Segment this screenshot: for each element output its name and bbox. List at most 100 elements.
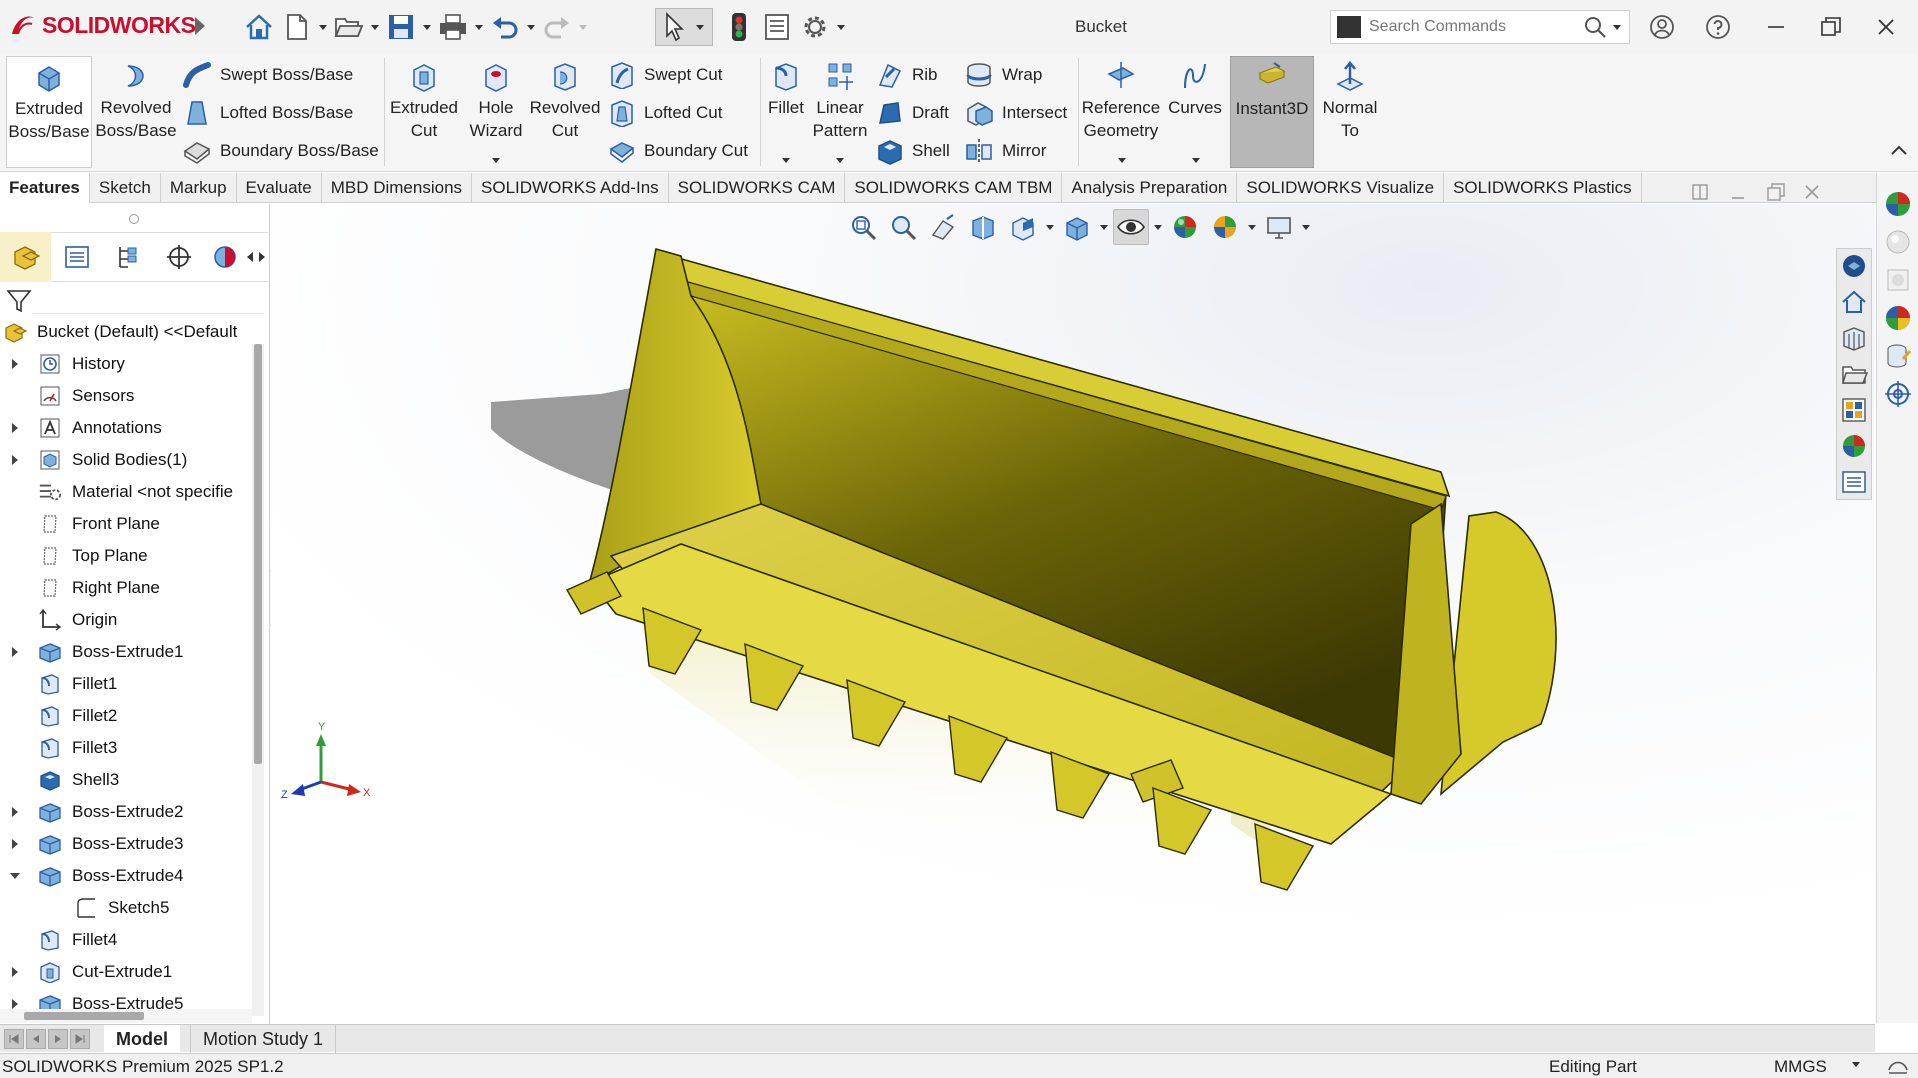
save-button[interactable]	[382, 8, 420, 46]
new-dropdown[interactable]	[316, 8, 330, 46]
extruded-cut-button[interactable]: Extruded Cut	[388, 56, 460, 168]
tab-motion-study-1[interactable]: Motion Study 1	[190, 1025, 337, 1053]
redo-button[interactable]	[538, 8, 576, 46]
open-dropdown[interactable]	[368, 8, 382, 46]
redo-dropdown[interactable]	[576, 8, 590, 46]
linear-pattern-button[interactable]: Linear Pattern	[810, 56, 870, 168]
doc-maximize-button[interactable]	[1760, 178, 1792, 206]
collapsed-arrow-icon[interactable]	[12, 807, 18, 817]
tree-item-fillet3[interactable]: Fillet3	[0, 732, 252, 764]
lofted-boss-button[interactable]: Lofted Boss/Base	[182, 96, 353, 130]
reference-geometry-button[interactable]: Reference Geometry	[1082, 56, 1160, 168]
tree-item-history[interactable]: History	[0, 348, 252, 380]
first-tab-button[interactable]	[4, 1029, 24, 1049]
options-dropdown[interactable]	[834, 8, 848, 46]
previous-view-button[interactable]	[925, 209, 961, 245]
doc-minimize-button[interactable]	[1722, 178, 1754, 206]
tab-evaluate[interactable]: Evaluate	[237, 173, 322, 203]
model-viewport[interactable]: Y X Z	[271, 204, 1875, 1024]
doc-restore-button[interactable]	[1684, 178, 1716, 206]
status-options-icon[interactable]	[1886, 1056, 1910, 1076]
boundary-cut-button[interactable]: Boundary Cut	[608, 134, 748, 168]
tab-solidworks-add-ins[interactable]: SOLIDWORKS Add-Ins	[472, 173, 669, 203]
linear-pattern-dropdown[interactable]	[836, 158, 844, 163]
curves-dropdown[interactable]	[1192, 158, 1200, 163]
tree-item-origin[interactable]: Origin	[0, 604, 252, 636]
swept-cut-button[interactable]: Swept Cut	[608, 58, 722, 92]
file-properties-button[interactable]	[758, 8, 796, 46]
collapsed-arrow-icon[interactable]	[12, 839, 18, 849]
tree-filter-input[interactable]	[32, 284, 264, 314]
collapsed-arrow-icon[interactable]	[12, 999, 18, 1009]
collapsed-arrow-icon[interactable]	[12, 359, 18, 369]
search-commands-box[interactable]: Search Commands	[1330, 10, 1630, 44]
collapsed-arrow-icon[interactable]	[12, 647, 18, 657]
unit-system-selector[interactable]: MMGS	[1774, 1057, 1827, 1077]
dimxpert-manager-tab[interactable]	[154, 232, 205, 282]
tab-solidworks-visualize[interactable]: SOLIDWORKS Visualize	[1237, 173, 1445, 203]
tree-item-fillet4[interactable]: Fillet4	[0, 924, 252, 956]
instant3d-button[interactable]: Instant3D	[1230, 56, 1314, 168]
print-dropdown[interactable]	[472, 8, 486, 46]
draft-button[interactable]: Draft	[876, 96, 949, 130]
minimize-button[interactable]	[1758, 10, 1794, 44]
scenes-button[interactable]	[1881, 263, 1915, 297]
configuration-manager-tab[interactable]	[102, 232, 153, 282]
rib-button[interactable]: Rib	[876, 58, 938, 92]
expanded-arrow-icon[interactable]	[10, 873, 20, 879]
revolved-boss-button[interactable]: Revolved Boss/Base	[94, 56, 178, 168]
undo-dropdown[interactable]	[524, 8, 538, 46]
tab-analysis-preparation[interactable]: Analysis Preparation	[1062, 173, 1238, 203]
tree-item-fillet1[interactable]: Fillet1	[0, 668, 252, 700]
next-tab-button[interactable]	[48, 1029, 68, 1049]
tab-mbd-dimensions[interactable]: MBD Dimensions	[322, 173, 473, 203]
tab-solidworks-plastics[interactable]: SOLIDWORKS Plastics	[1444, 173, 1642, 203]
extruded-boss-button[interactable]: Extruded Boss/Base	[6, 56, 92, 168]
save-dropdown[interactable]	[420, 8, 434, 46]
collapsed-arrow-icon[interactable]	[12, 455, 18, 465]
fillet-button[interactable]: Fillet	[764, 56, 808, 168]
panel-grip-icon[interactable]	[129, 214, 139, 224]
view-palette-button[interactable]	[1837, 393, 1871, 427]
zoom-to-area-button[interactable]	[885, 209, 921, 245]
tree-item-cut-extrude1[interactable]: Cut-Extrude1	[0, 956, 252, 988]
boundary-boss-button[interactable]: Boundary Boss/Base	[182, 134, 379, 168]
reference-geometry-dropdown[interactable]	[1118, 158, 1126, 163]
edit-appearance-button[interactable]	[1167, 209, 1203, 245]
shell-button[interactable]: Shell	[876, 134, 950, 168]
tree-item-shell3[interactable]: Shell3	[0, 764, 252, 796]
hole-wizard-button[interactable]: Hole Wizard	[462, 56, 530, 168]
decals-button[interactable]	[1881, 225, 1915, 259]
close-button[interactable]	[1868, 10, 1904, 44]
rebuild-button[interactable]	[720, 8, 758, 46]
panel-tab-scroll[interactable]	[244, 232, 268, 282]
undo-button[interactable]	[486, 8, 524, 46]
unit-system-dropdown[interactable]	[1852, 1062, 1860, 1067]
wrap-button[interactable]: Wrap	[964, 58, 1042, 92]
design-library-button[interactable]	[1837, 321, 1871, 355]
options-button[interactable]	[796, 8, 834, 46]
tree-item-front-plane[interactable]: Front Plane	[0, 508, 252, 540]
intersect-button[interactable]: Intersect	[964, 96, 1067, 130]
collapsed-arrow-icon[interactable]	[12, 423, 18, 433]
tree-item-annotations[interactable]: Annotations	[0, 412, 252, 444]
new-document-button[interactable]	[278, 8, 316, 46]
filter-icon[interactable]	[6, 288, 32, 314]
search-input[interactable]: Search Commands	[1369, 18, 1583, 36]
tree-item-fillet2[interactable]: Fillet2	[0, 700, 252, 732]
view-cube-button[interactable]	[1837, 249, 1871, 283]
view-home-button[interactable]	[1837, 285, 1871, 319]
normal-to-button[interactable]: Normal To	[1316, 56, 1384, 168]
hole-wizard-dropdown[interactable]	[492, 158, 500, 163]
custom-properties-button[interactable]	[1837, 465, 1871, 499]
curves-button[interactable]: Curves	[1162, 56, 1228, 168]
scrollbar-thumb[interactable]	[24, 1012, 144, 1020]
tab-solidworks-cam-tbm[interactable]: SOLIDWORKS CAM TBM	[845, 173, 1063, 203]
mirror-button[interactable]: Mirror	[964, 134, 1046, 168]
section-view-button[interactable]	[965, 209, 1001, 245]
scrollbar-thumb[interactable]	[254, 344, 262, 764]
property-manager-tab[interactable]	[51, 232, 102, 282]
file-explorer-button[interactable]	[1837, 357, 1871, 391]
zoom-to-fit-button[interactable]	[845, 209, 881, 245]
app-logo[interactable]: SOLIDWORKS	[8, 10, 196, 40]
